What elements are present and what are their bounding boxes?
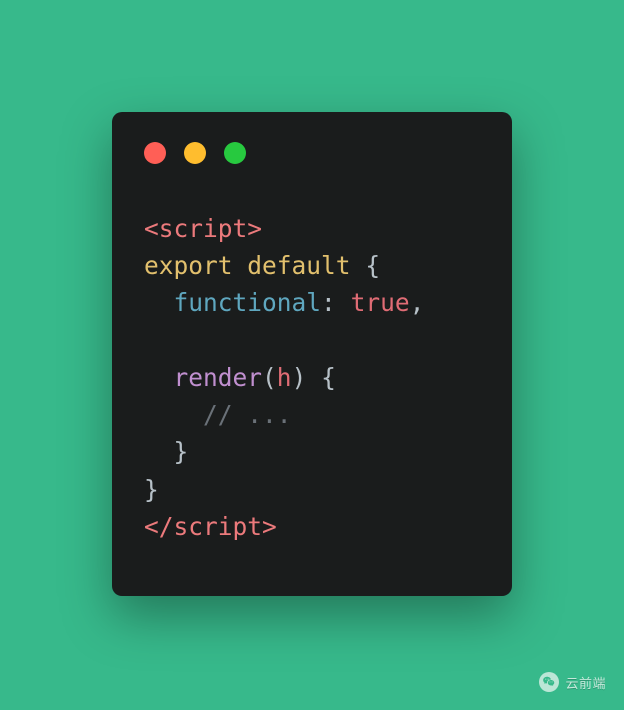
param-h: h [277, 363, 292, 392]
bool-true: true [351, 288, 410, 317]
paren-close: ) [292, 363, 307, 392]
traffic-light-close[interactable] [144, 142, 166, 164]
brace-close-inner: } [174, 437, 189, 466]
watermark-label: 云前端 [565, 673, 606, 692]
traffic-light-zoom[interactable] [224, 142, 246, 164]
watermark: 云前端 [539, 672, 606, 692]
code-window: <script> export default { functional: tr… [112, 112, 512, 596]
tag-close-end: > [262, 512, 277, 541]
keyword-default: default [247, 251, 350, 280]
brace-open: { [365, 251, 380, 280]
keyword-export: export [144, 251, 233, 280]
tag-close-bracket: </ [144, 512, 174, 541]
comma: , [410, 288, 425, 317]
fn-render: render [174, 363, 263, 392]
tag-close-name: script [174, 512, 263, 541]
wechat-icon [539, 672, 559, 692]
paren-open: ( [262, 363, 277, 392]
tag-open-name: script [159, 214, 248, 243]
code-block: <script> export default { functional: tr… [144, 210, 480, 545]
brace-open-inner: { [321, 363, 336, 392]
tag-open-end: > [247, 214, 262, 243]
comment: // ... [203, 400, 292, 429]
brace-close: } [144, 475, 159, 504]
tag-open-bracket: < [144, 214, 159, 243]
prop-functional: functional [174, 288, 322, 317]
traffic-lights [144, 142, 480, 164]
traffic-light-minimize[interactable] [184, 142, 206, 164]
colon: : [321, 288, 336, 317]
